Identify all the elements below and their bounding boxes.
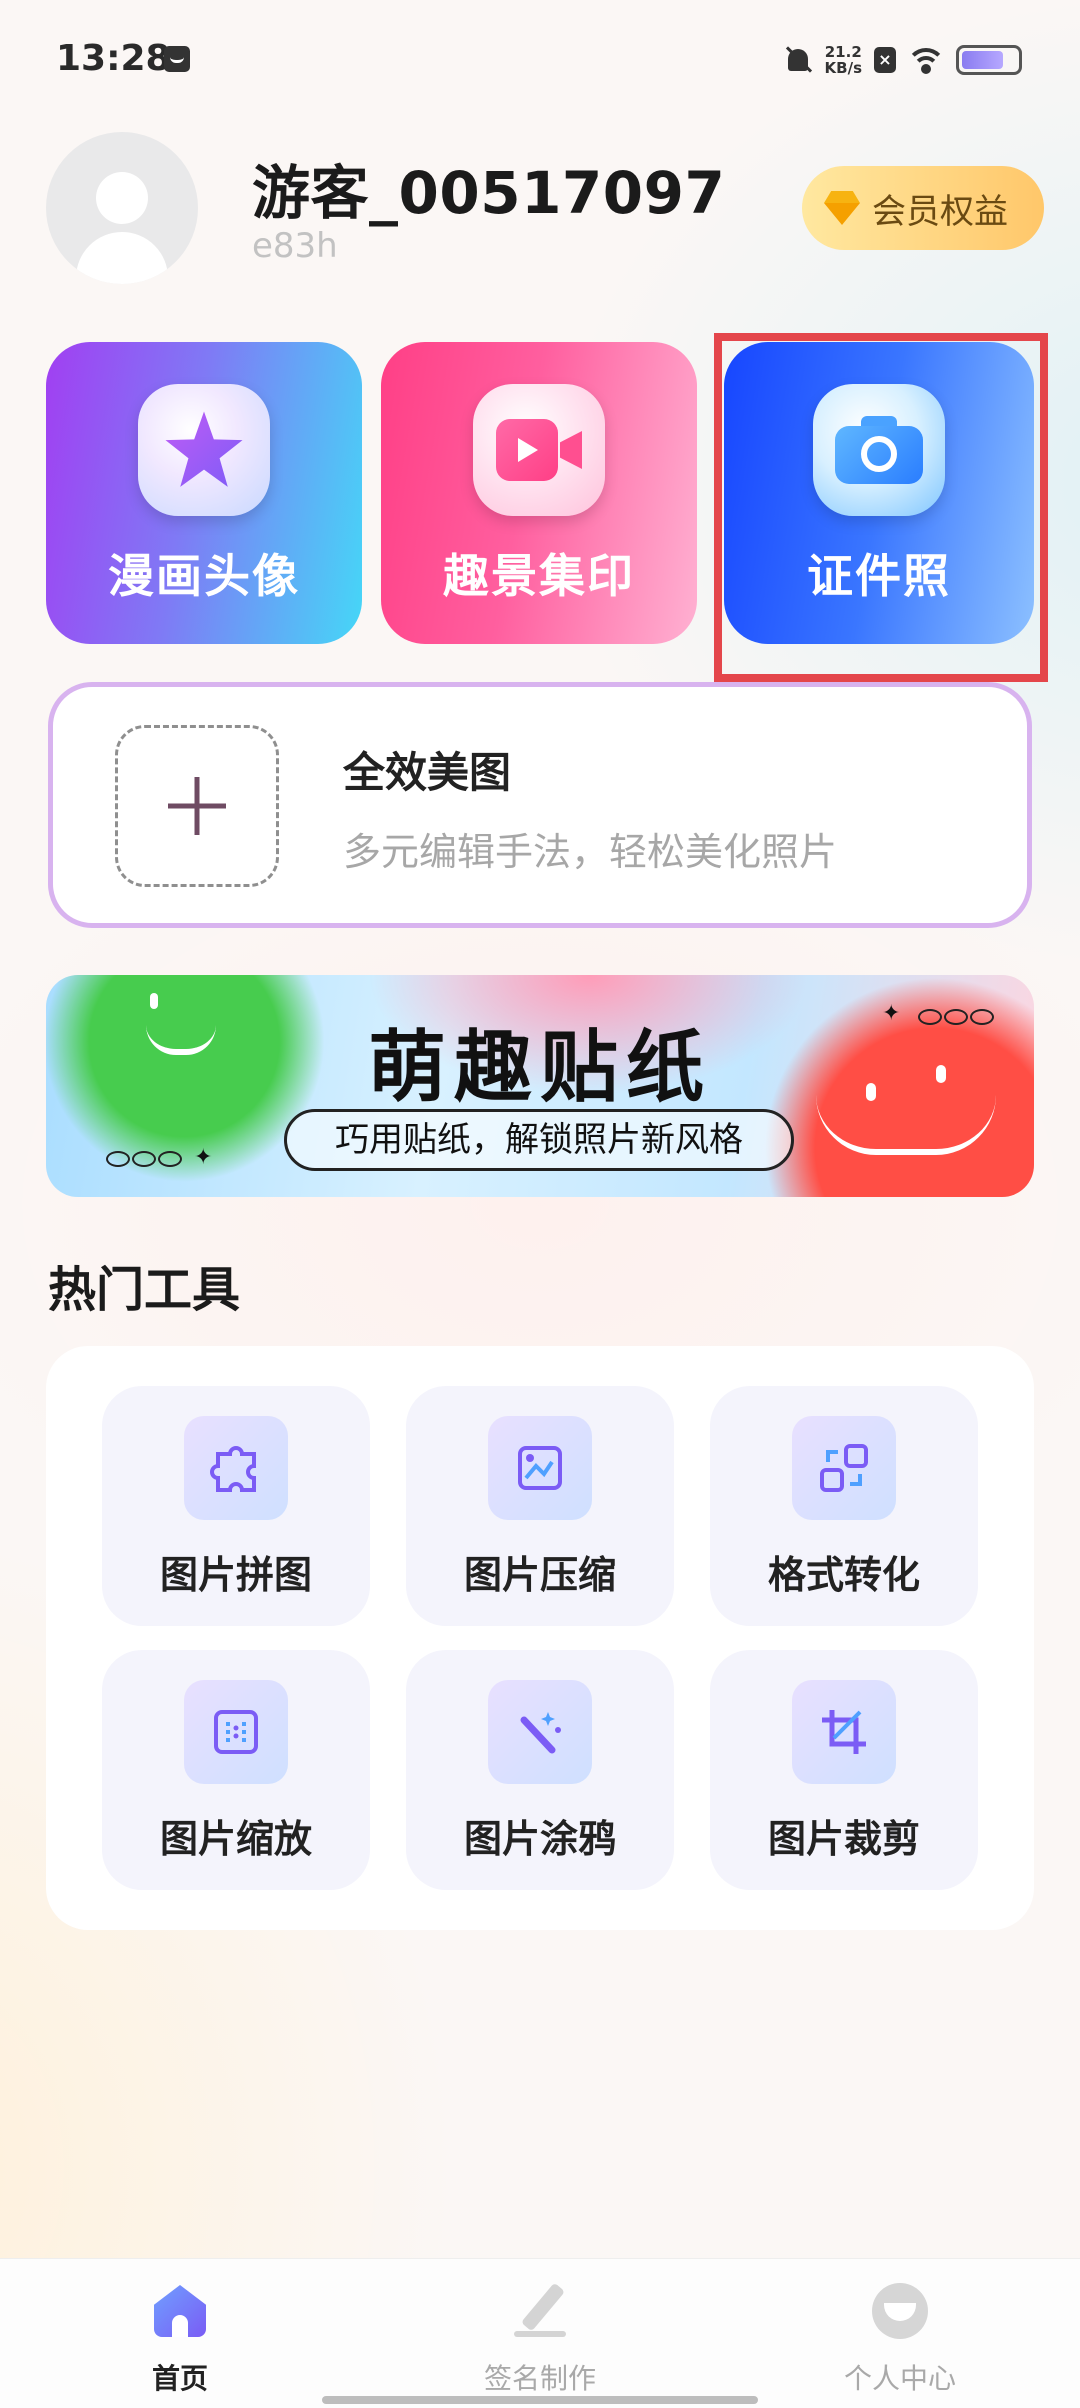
tool-doodle[interactable]: 图片涂鸦 [406,1650,674,1890]
nav-label: 签名制作 [483,2362,596,2395]
sparkle-icon: ✦ [194,1145,213,1170]
resize-icon [184,1680,288,1784]
status-time: 13:28 [56,38,171,79]
tool-label: 图片缩放 [159,1817,312,1861]
banner-title: 萌趣贴纸 [367,1023,712,1113]
banner-subtitle: 巧用贴纸，解锁照片新风格 [284,1109,794,1171]
crop-icon [792,1680,896,1784]
rings-decoration [106,1151,182,1167]
vip-benefits-label: 会员权益 [872,191,1008,232]
profile-icon [870,2281,930,2341]
pen-icon [510,2281,570,2341]
tool-puzzle[interactable]: 图片拼图 [102,1386,370,1626]
sticker-banner[interactable]: ✦ ✦ 萌趣贴纸 巧用贴纸，解锁照片新风格 [46,975,1034,1197]
add-photo-button[interactable] [115,725,279,887]
no-sim-icon: × [874,47,896,73]
diamond-icon [820,189,864,227]
bell-off-icon [783,45,813,75]
hot-tools-title: 热门工具 [48,1262,241,1318]
nav-label: 个人中心 [843,2362,956,2395]
avatar[interactable] [46,132,198,284]
tool-resize[interactable]: 图片缩放 [102,1650,370,1890]
feature-label: 漫画头像 [108,549,300,603]
tool-label: 图片压缩 [463,1553,616,1597]
star-icon [138,384,270,516]
image-compress-icon [488,1416,592,1520]
tools-panel: 图片拼图 图片压缩 格式转化 图片缩放 图片涂鸦 图片裁剪 [46,1346,1034,1930]
user-name[interactable]: 游客_00517097 [252,146,725,230]
wifi-icon [908,46,944,74]
bottom-nav: 首页 签名制作 个人中心 [0,2258,1080,2408]
vip-benefits-button[interactable]: 会员权益 [802,166,1044,250]
home-indicator[interactable] [322,2396,758,2404]
tool-format-convert[interactable]: 格式转化 [710,1386,978,1626]
tool-label: 格式转化 [767,1553,920,1597]
avatar-head [96,172,148,224]
network-speed-value: 21.2 [824,43,862,61]
beautify-subtitle: 多元编辑手法，轻松美化照片 [343,830,838,874]
video-camera-icon [473,384,605,516]
status-icons: 21.2 KB/s × [783,40,1022,80]
format-convert-icon [792,1416,896,1520]
beautify-title: 全效美图 [343,748,512,797]
puzzle-icon [184,1416,288,1520]
nav-profile[interactable]: 个人中心 [780,2273,1020,2395]
beautify-card[interactable]: 全效美图 多元编辑手法，轻松美化照片 [48,682,1032,928]
mail-notification-icon [164,46,190,72]
feature-card-comic-avatar[interactable]: 漫画头像 [46,342,362,644]
feature-card-scene-print[interactable]: 趣景集印 [381,342,697,644]
battery-level-fill [962,51,1003,69]
home-icon [150,2281,210,2341]
tool-label: 图片涂鸦 [463,1817,616,1861]
highlight-box [714,333,1048,682]
tool-label: 图片裁剪 [767,1817,920,1861]
tool-compress[interactable]: 图片压缩 [406,1386,674,1626]
avatar-body [76,232,168,284]
status-bar: 13:28 21.2 KB/s × [0,0,1080,120]
feature-label: 趣景集印 [443,549,635,603]
tool-label: 图片拼图 [159,1553,312,1597]
network-speed-unit: KB/s [824,59,862,77]
network-speed: 21.2 KB/s [825,44,862,76]
tool-crop[interactable]: 图片裁剪 [710,1650,978,1890]
nav-label: 首页 [151,2362,208,2395]
battery-icon [956,45,1022,75]
user-id: e83h [252,226,338,266]
magic-wand-icon [488,1680,592,1784]
nav-home[interactable]: 首页 [60,2273,300,2395]
nav-signature[interactable]: 签名制作 [420,2273,660,2395]
